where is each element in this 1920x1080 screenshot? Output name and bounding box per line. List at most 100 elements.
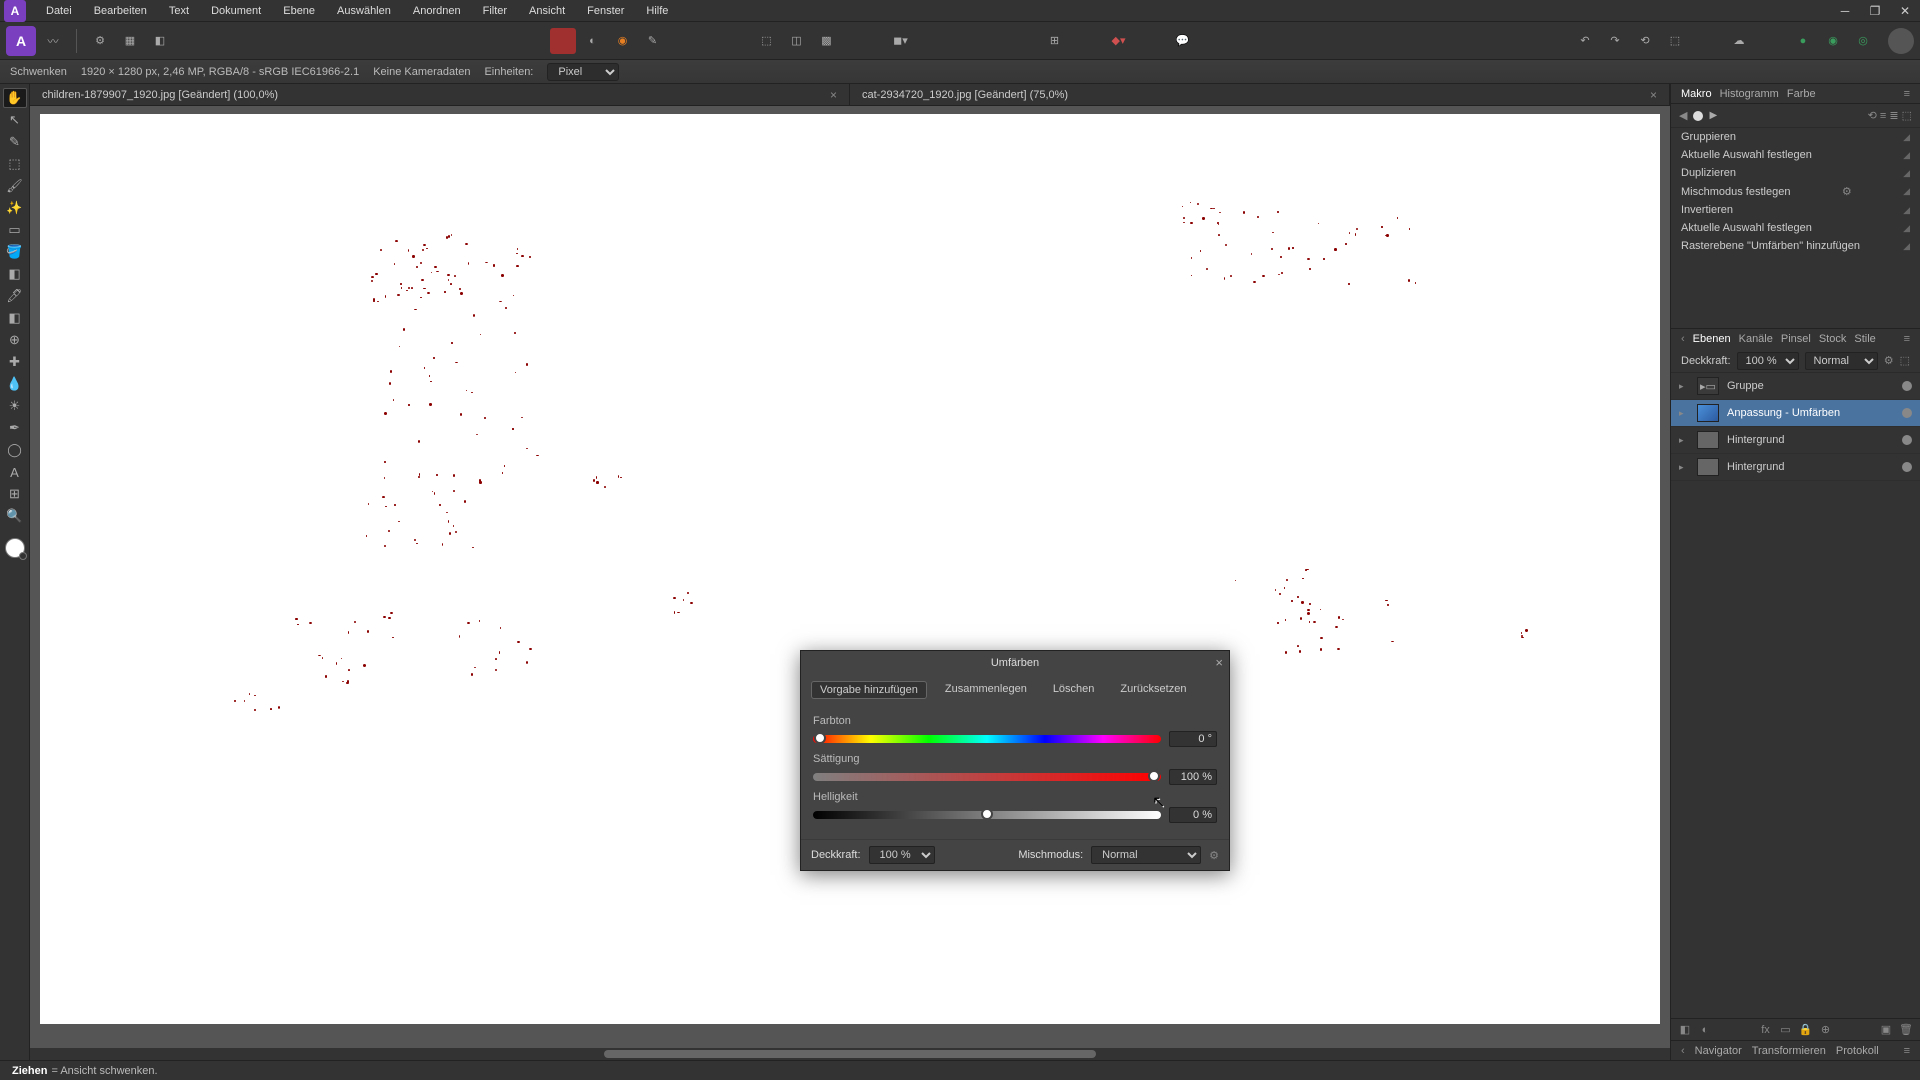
dlg-blend-select[interactable]: Normal [1091, 846, 1201, 864]
brush-tool-icon[interactable]: 🖊 [3, 286, 27, 306]
deselect-icon[interactable]: ◫ [784, 28, 810, 54]
close-tab-icon[interactable]: × [830, 88, 837, 102]
doc-tab-1[interactable]: children-1879907_1920.jpg [Geändert] (10… [30, 84, 850, 105]
autowb-icon[interactable]: ✎ [640, 28, 666, 54]
close-tab-icon[interactable]: × [1650, 88, 1657, 102]
lightness-value[interactable]: 0 % [1169, 807, 1217, 823]
hand-tool-icon[interactable]: ✋ [3, 88, 27, 108]
color-swatch[interactable] [5, 538, 25, 558]
color-picker-tool-icon[interactable]: ✎ [3, 132, 27, 152]
merge-button[interactable]: Zusammenlegen [937, 681, 1035, 699]
canvas[interactable] [40, 114, 1660, 1024]
blur-tool-icon[interactable]: 💧 [3, 374, 27, 394]
delete-layer-icon[interactable]: 🗑 [1898, 1022, 1914, 1038]
macro-step[interactable]: Aktuelle Auswahl festlegen◢ [1671, 219, 1920, 237]
shape-tool-icon[interactable]: ◯ [3, 440, 27, 460]
layer-row[interactable]: ▸Hintergrund [1671, 454, 1920, 481]
menu-auswählen[interactable]: Auswählen [327, 2, 401, 20]
close-button[interactable]: ✕ [1890, 0, 1920, 22]
dialog-close-icon[interactable]: × [1215, 655, 1223, 670]
macro-play-icon[interactable]: ▶ [1709, 110, 1717, 121]
macro-step[interactable]: Invertieren◢ [1671, 201, 1920, 219]
liquify-persona-icon[interactable]: 〰 [40, 28, 66, 54]
share-icon[interactable]: ◉ [1820, 28, 1846, 54]
canvas-viewport[interactable] [30, 106, 1670, 1048]
slider-thumb[interactable] [1148, 770, 1160, 782]
menu-anordnen[interactable]: Anordnen [403, 2, 471, 20]
tab-navigator[interactable]: Navigator [1695, 1045, 1742, 1057]
chat-icon[interactable]: 💬 [1170, 28, 1196, 54]
hue-slider[interactable] [813, 735, 1161, 743]
recolor-dialog[interactable]: Umfärben × Vorgabe hinzufügen Zusammenle… [800, 650, 1230, 871]
autolevels-icon[interactable]: ◐ [580, 28, 606, 54]
lightness-slider[interactable] [813, 811, 1161, 819]
persona-icon[interactable]: A [6, 26, 36, 56]
menu-fenster[interactable]: Fenster [577, 2, 634, 20]
tab-history[interactable]: Protokoll [1836, 1045, 1879, 1057]
marquee-icon[interactable]: ▭ [3, 220, 27, 240]
menu-ebene[interactable]: Ebene [273, 2, 325, 20]
fx-icon[interactable]: fx [1758, 1022, 1774, 1038]
panel-menu-icon[interactable]: ≡ [1904, 1045, 1910, 1057]
layer-row[interactable]: ▸▸▭Gruppe [1671, 373, 1920, 400]
menu-hilfe[interactable]: Hilfe [636, 2, 678, 20]
swatch-icon[interactable] [550, 28, 576, 54]
tab-transform[interactable]: Transformieren [1752, 1045, 1826, 1057]
menu-ansicht[interactable]: Ansicht [519, 2, 575, 20]
text-tool-icon[interactable]: A [3, 462, 27, 482]
adjust-icon[interactable]: ◐ [1697, 1022, 1713, 1038]
delete-button[interactable]: Löschen [1045, 681, 1103, 699]
macro-step[interactable]: Mischmodus festlegen⚙◢ [1671, 182, 1920, 201]
tab-styles[interactable]: Stile [1854, 333, 1875, 345]
link-icon[interactable]: ⊕ [1818, 1022, 1834, 1038]
hue-value[interactable]: 0 ° [1169, 731, 1217, 747]
saturation-value[interactable]: 100 % [1169, 769, 1217, 785]
tab-channels[interactable]: Kanäle [1739, 333, 1773, 345]
invert-sel-icon[interactable]: ▩ [814, 28, 840, 54]
snap-icon[interactable]: ◧ [147, 28, 173, 54]
visibility-icon[interactable] [1902, 408, 1912, 418]
doc-tab-2[interactable]: cat-2934720_1920.jpg [Geändert] (75,0%) … [850, 84, 1670, 105]
group-icon[interactable]: ▭ [1778, 1022, 1794, 1038]
menu-dokument[interactable]: Dokument [201, 2, 271, 20]
menu-text[interactable]: Text [159, 2, 199, 20]
menu-bearbeiten[interactable]: Bearbeiten [84, 2, 157, 20]
zoom-tool-icon[interactable]: 🔍 [3, 506, 27, 526]
gradient-tool-icon[interactable]: ◧ [3, 264, 27, 284]
chevron-icon[interactable]: ▸ [1679, 462, 1689, 473]
select-all-icon[interactable]: ⬚ [754, 28, 780, 54]
panel-menu-icon[interactable]: ≡ [1904, 333, 1910, 345]
chevron-icon[interactable]: ▸ [1679, 435, 1689, 446]
account-sync-icon[interactable]: ◎ [1850, 28, 1876, 54]
minimize-button[interactable]: ─ [1830, 0, 1860, 22]
flood-select-icon[interactable]: ✨ [3, 198, 27, 218]
add-preset-button[interactable]: Vorgabe hinzufügen [811, 681, 927, 699]
chevron-icon[interactable]: ▸ [1679, 381, 1689, 392]
fill-tool-icon[interactable]: 🪣 [3, 242, 27, 262]
gear-icon[interactable]: ⚙ [1842, 185, 1852, 198]
panel-collapse-icon[interactable]: ‹ [1681, 1045, 1685, 1057]
clone-tool-icon[interactable]: ⊕ [3, 330, 27, 350]
fx-icon[interactable]: ⬚ [1900, 354, 1910, 367]
scrollbar-horizontal[interactable] [30, 1048, 1670, 1060]
chevron-icon[interactable]: ▸ [1679, 408, 1689, 419]
autocolor-icon[interactable]: ◉ [610, 28, 636, 54]
assistant-icon[interactable]: ⚙ [87, 28, 113, 54]
panel-menu-icon[interactable]: ≡ [1904, 88, 1910, 100]
quickmask-icon[interactable]: ◼▾ [888, 28, 914, 54]
maximize-button[interactable]: ❐ [1860, 0, 1890, 22]
visibility-icon[interactable] [1902, 435, 1912, 445]
grid-icon[interactable]: ▦ [117, 28, 143, 54]
opacity-select[interactable]: 100 % [1737, 352, 1799, 370]
scrollbar-thumb[interactable] [604, 1050, 1096, 1058]
macro-step[interactable]: Aktuelle Auswahl festlegen◢ [1671, 146, 1920, 164]
macro-step[interactable]: Gruppieren◢ [1671, 128, 1920, 146]
pen-tool-icon[interactable]: ✒ [3, 418, 27, 438]
tab-color[interactable]: Farbe [1787, 88, 1816, 100]
layer-row[interactable]: ▸Anpassung - Umfärben [1671, 400, 1920, 427]
tab-stock[interactable]: Stock [1819, 333, 1847, 345]
tab-brushes[interactable]: Pinsel [1781, 333, 1811, 345]
layer-row[interactable]: ▸Hintergrund [1671, 427, 1920, 454]
sync-icon[interactable]: ● [1790, 28, 1816, 54]
macro-step[interactable]: Rasterebene "Umfärben" hinzufügen◢ [1671, 237, 1920, 255]
